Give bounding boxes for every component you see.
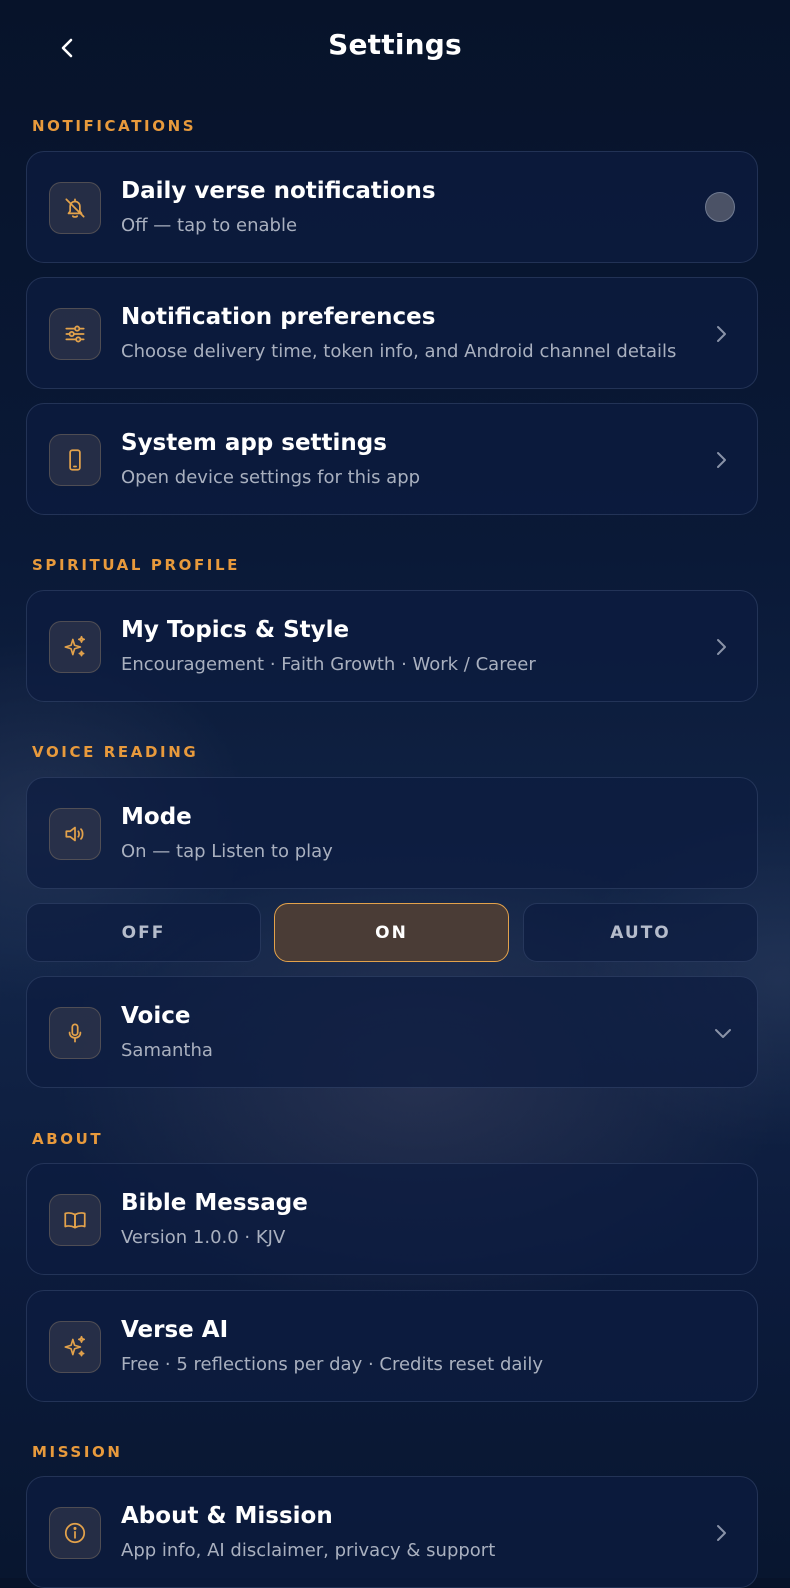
voice-mode-title: Mode (121, 804, 192, 830)
verse-ai-subtitle: Free · 5 reflections per day · Credits r… (121, 1354, 544, 1375)
bible-message-title: Bible Message (121, 1190, 308, 1216)
my-topics-subtitle: Encouragement · Faith Growth · Work / Ca… (121, 654, 536, 675)
voice-title: Voice (121, 1003, 191, 1029)
page-title: Settings (328, 28, 462, 61)
voice-mode-off-button[interactable]: OFF (26, 903, 261, 962)
voice-select-row[interactable]: Voice Samantha (26, 976, 758, 1088)
about-mission-title: About & Mission (121, 1503, 333, 1529)
daily-verse-notifications-row[interactable]: Daily verse notifications Off — tap to e… (26, 151, 758, 263)
chevron-right-icon (711, 1521, 731, 1545)
notification-preferences-row[interactable]: Notification preferences Choose delivery… (26, 277, 758, 389)
notification-preferences-title: Notification preferences (121, 304, 436, 330)
book-icon (49, 1194, 101, 1246)
chevron-down-icon (713, 1021, 733, 1045)
verse-ai-title: Verse AI (121, 1317, 229, 1343)
system-app-settings-row[interactable]: System app settings Open device settings… (26, 403, 758, 515)
voice-mode-row: Mode On — tap Listen to play (26, 777, 758, 889)
verse-ai-row: Verse AI Free · 5 reflections per day · … (26, 1290, 758, 1402)
sliders-icon (49, 308, 101, 360)
system-app-settings-title: System app settings (121, 430, 387, 456)
voice-mode-subtitle: On — tap Listen to play (121, 841, 333, 862)
chevron-right-icon (711, 322, 731, 346)
bible-message-row: Bible Message Version 1.0.0 · KJV (26, 1163, 758, 1275)
speaker-icon (49, 808, 101, 860)
chevron-right-icon (711, 635, 731, 659)
system-app-settings-subtitle: Open device settings for this app (121, 467, 421, 488)
bell-off-icon (49, 182, 101, 234)
section-title-voice-reading: VOICE READING (32, 743, 199, 761)
microphone-icon (49, 1007, 101, 1059)
about-mission-row[interactable]: About & Mission App info, AI disclaimer,… (26, 1476, 758, 1588)
my-topics-title: My Topics & Style (121, 617, 350, 643)
daily-verse-toggle[interactable] (705, 192, 735, 222)
sparkles-icon (49, 1321, 101, 1373)
section-title-mission: MISSION (32, 1443, 123, 1461)
voice-selected-value: Samantha (121, 1040, 213, 1061)
chevron-right-icon (711, 448, 731, 472)
info-icon (49, 1507, 101, 1559)
notification-preferences-subtitle: Choose delivery time, token info, and An… (121, 341, 677, 362)
about-mission-subtitle: App info, AI disclaimer, privacy & suppo… (121, 1540, 496, 1561)
section-title-notifications: NOTIFICATIONS (32, 117, 197, 135)
voice-mode-on-button[interactable]: ON (274, 903, 509, 962)
bible-message-version: Version 1.0.0 · KJV (121, 1227, 286, 1248)
section-title-spiritual-profile: SPIRITUAL PROFILE (32, 556, 240, 574)
daily-verse-subtitle: Off — tap to enable (121, 215, 298, 236)
daily-verse-title: Daily verse notifications (121, 178, 436, 204)
my-topics-style-row[interactable]: My Topics & Style Encouragement · Faith … (26, 590, 758, 702)
sparkles-icon (49, 621, 101, 673)
phone-icon (49, 434, 101, 486)
section-title-about: ABOUT (32, 1130, 104, 1148)
header: Settings (0, 0, 790, 98)
voice-mode-auto-button[interactable]: AUTO (523, 903, 758, 962)
